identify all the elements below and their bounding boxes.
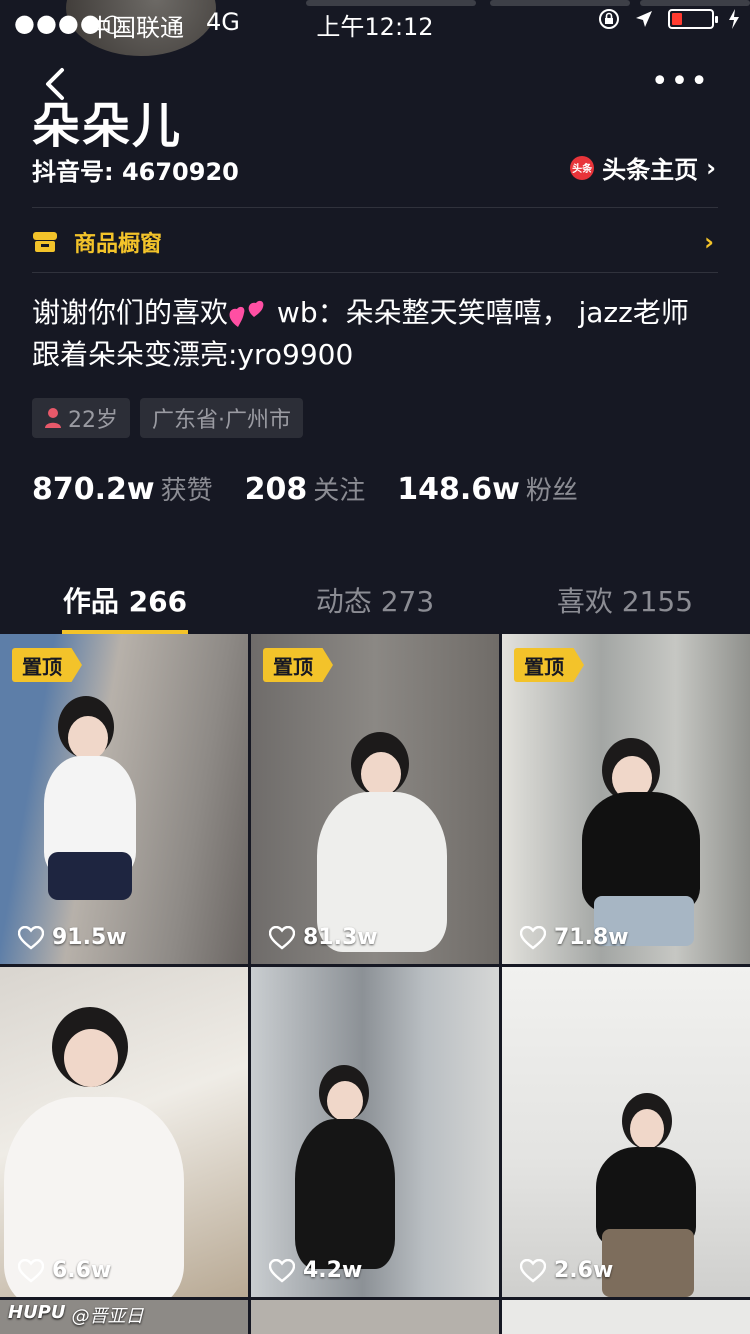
heart-outline-icon [269,925,295,950]
profile-bio: 谢谢你们的喜欢 wb：朵朵整天笑嘻嘻， jazz老师 跟着朵朵变漂亮:yro99… [32,292,718,376]
profile-page: ●●●●○ 中国联通 4G 上午12:12 ••• 朵朵儿 抖音号: 46709… [0,0,750,1334]
likes-count: 4.2w [303,1258,363,1283]
video-thumbnail[interactable] [251,1300,499,1334]
female-icon [45,408,61,428]
content-tabs: 作品 266 动态 273 喜欢 2155 [0,570,750,634]
location-tag: 广东省·广州市 [140,398,303,438]
following-stat[interactable]: 208 关注 [245,470,366,507]
video-thumbnail[interactable]: 6.6w [0,967,248,1297]
more-options-icon[interactable]: ••• [651,67,710,97]
stat-number: 870.2w [32,472,155,507]
video-thumbnail[interactable]: 置顶 81.3w [251,634,499,964]
video-likes: 91.5w [18,925,127,950]
video-likes: 6.6w [18,1258,111,1283]
stat-number: 148.6w [397,472,520,507]
chevron-right-icon: › [704,228,714,256]
stat-label: 关注 [313,476,366,506]
charging-icon [729,9,739,29]
tab-label: 动态 273 [315,585,435,618]
toutiao-homepage-link[interactable]: 头条 头条主页 › [570,150,716,185]
thumbnail-image [295,1119,395,1269]
heart-outline-icon [269,1258,295,1283]
video-thumbnail[interactable]: 4.2w [251,967,499,1297]
battery-icon [668,9,718,29]
rotation-lock-icon [599,9,619,29]
tab-liked[interactable]: 喜欢 2155 [500,570,750,634]
thumbnail-image [68,716,108,760]
age-tag: 22岁 [32,398,130,438]
stat-label: 粉丝 [525,476,578,506]
douyin-id: 抖音号: 4670920 [32,158,239,186]
likes-count: 91.5w [52,925,127,950]
likes-count: 6.6w [52,1258,112,1283]
profile-tags: 22岁 广东省·广州市 [32,398,303,438]
video-thumbnail[interactable]: 置顶 71.8w [502,634,750,964]
tab-label: 喜欢 2155 [556,585,694,618]
stat-label: 获赞 [160,476,213,506]
profile-nickname: 朵朵儿 [32,98,183,154]
thumbnail-image [602,1229,694,1297]
divider [32,207,718,208]
heart-outline-icon [18,1258,44,1283]
thumbnail-image [48,852,132,900]
location-label: 广东省·广州市 [152,408,291,433]
video-likes: 71.8w [520,925,629,950]
location-icon [636,11,652,27]
pinned-badge: 置顶 [12,648,82,682]
status-icons [598,8,740,30]
likes-count: 2.6w [554,1258,614,1283]
video-thumbnail[interactable]: 置顶 91.5w [0,634,248,964]
heart-outline-icon [18,925,44,950]
pinned-badge: 置顶 [263,648,333,682]
video-grid: 置顶 91.5w 置顶 81.3w 置顶 71.8w 6.6w 4.2w 2.6… [0,634,750,1334]
product-showcase-row[interactable]: 商品橱窗 › [32,222,718,262]
video-likes: 4.2w [269,1258,362,1283]
heart-outline-icon [520,1258,546,1283]
thumbnail-image [64,1029,118,1087]
product-showcase-label: 商品橱窗 [74,232,163,257]
followers-stat[interactable]: 148.6w 粉丝 [397,470,578,507]
video-thumbnail[interactable]: 2.6w [502,967,750,1297]
status-bar: ●●●●○ 中国联通 4G 上午12:12 [0,0,750,42]
thumbnail-image [361,752,401,796]
tab-label: 作品 266 [62,585,188,618]
tab-works[interactable]: 作品 266 [0,570,250,634]
thumbnail-image [582,792,700,912]
watermark-brand: HUPU [8,1302,66,1323]
bio-text: 谢谢你们的喜欢 [32,296,229,329]
video-likes: 81.3w [269,925,378,950]
likes-count: 71.8w [554,925,629,950]
profile-stats: 870.2w 获赞 208 关注 148.6w 粉丝 [32,470,610,507]
age-label: 22岁 [68,408,118,433]
chevron-right-icon: › [706,153,716,182]
video-thumbnail[interactable] [502,1300,750,1334]
thumbnail-image [630,1109,664,1149]
watermark: HUPU @晋亚日 [8,1302,144,1328]
two-hearts-icon [229,300,264,327]
watermark-handle: @晋亚日 [71,1306,144,1327]
tab-moments[interactable]: 动态 273 [250,570,500,634]
stat-number: 208 [244,472,308,507]
video-likes: 2.6w [520,1258,613,1283]
heart-outline-icon [520,925,546,950]
shop-icon [33,232,57,252]
likes-count: 81.3w [303,925,378,950]
toutiao-logo-icon: 头条 [570,155,595,180]
toutiao-link-label: 头条主页 [602,156,699,184]
thumbnail-image [327,1081,363,1121]
likes-stat: 870.2w 获赞 [32,470,213,507]
pinned-badge: 置顶 [514,648,584,682]
divider [32,272,718,273]
